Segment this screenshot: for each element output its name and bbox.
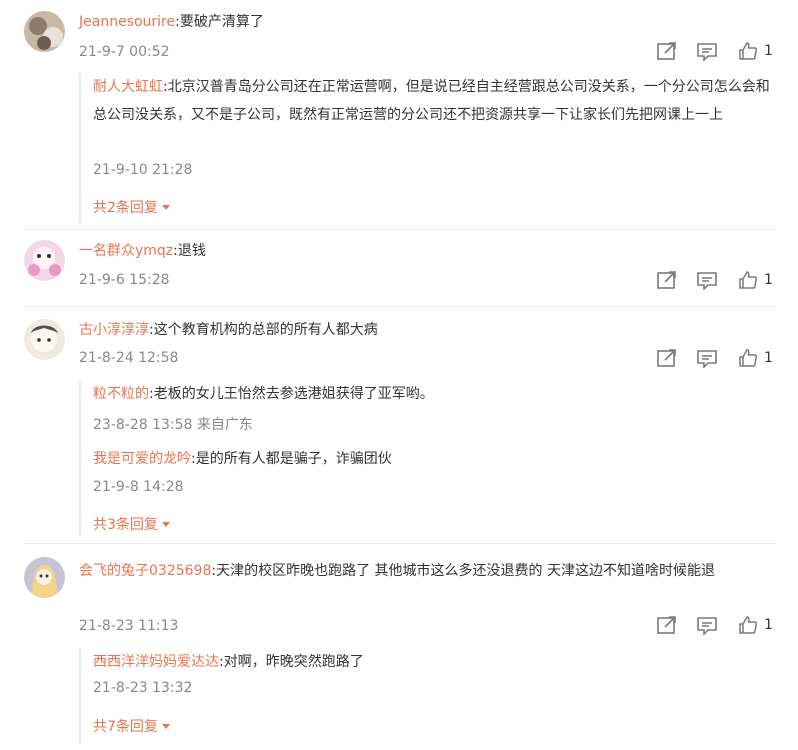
avatar[interactable]: [24, 557, 65, 598]
share-icon: [656, 270, 678, 290]
reply-list: 粒不粒的:老板的女儿王怡然去参选港姐获得了亚军哟。 23-8-28 13:58 …: [79, 380, 781, 536]
reply-button[interactable]: [696, 348, 718, 368]
more-replies-label: 共7条回复: [93, 719, 158, 735]
comment-username[interactable]: 古小淳淳淳: [79, 322, 149, 338]
comment-username[interactable]: Jeannesourire: [79, 14, 175, 30]
reply-timestamp: 21-9-8 14:28: [93, 479, 184, 495]
caret-down-icon: [161, 522, 170, 527]
comment-actions: 1: [656, 270, 776, 292]
reply-item: 耐人大虹虹:北京汉普青岛分公司还在正常运营啊，但是说已经自主经营跟总公司没关系，…: [93, 73, 773, 129]
comment-line: 会飞的兔子0325698:天津的校区昨晚也跑路了 其他城市这么多还没退费的 天津…: [79, 557, 779, 585]
comment-timestamp: 21-8-23 11:13: [79, 618, 179, 634]
like-button[interactable]: 1: [738, 615, 773, 635]
comment-text: :天津的校区昨晚也跑路了 其他城市这么多还没退费的 天津这边不知道啥时候能退: [211, 563, 715, 579]
share-icon: [656, 615, 678, 635]
reply-item: 粒不粒的:老板的女儿王怡然去参选港姐获得了亚军哟。: [93, 380, 773, 408]
reply-username[interactable]: 西西洋洋妈妈爱达达: [93, 654, 219, 670]
like-count: 1: [764, 350, 773, 366]
reply-username[interactable]: 粒不粒的: [93, 386, 149, 402]
share-button[interactable]: [656, 615, 678, 635]
thumbs-up-icon: [738, 615, 758, 635]
reply-list: 西西洋洋妈妈爱达达:对啊，昨晚突然跑路了 21-8-23 13:32 共7条回复: [79, 648, 781, 744]
more-replies-label: 共2条回复: [93, 200, 158, 216]
reply-text: :北京汉普青岛分公司还在正常运营啊，但是说已经自主经营跟总公司没关系，一个分公司…: [93, 79, 770, 123]
reply-item: 西西洋洋妈妈爱达达:对啊，昨晚突然跑路了: [93, 648, 773, 676]
like-button[interactable]: 1: [738, 348, 773, 368]
comment-timestamp: 21-8-24 12:58: [79, 350, 179, 366]
comment-timestamp: 21-9-6 15:28: [79, 272, 170, 288]
thumbs-up-icon: [738, 270, 758, 290]
like-button[interactable]: 1: [738, 41, 773, 61]
share-button[interactable]: [656, 41, 678, 61]
reply-item: 我是可爱的龙吟:是的所有人都是骗子，诈骗团伙: [93, 445, 773, 473]
reply-text: :是的所有人都是骗子，诈骗团伙: [191, 451, 392, 467]
more-replies-link[interactable]: 共7条回复: [93, 716, 170, 736]
divider: [24, 306, 776, 307]
divider: [24, 229, 776, 230]
reply-username[interactable]: 我是可爱的龙吟: [93, 451, 191, 467]
reply-timestamp: 23-8-28 13:58 来自广东: [93, 417, 253, 433]
caret-down-icon: [161, 205, 170, 210]
reply-list: 耐人大虹虹:北京汉普青岛分公司还在正常运营啊，但是说已经自主经营跟总公司没关系，…: [79, 73, 781, 223]
comment-line: 一名群众ymqz:退钱: [79, 240, 206, 262]
comment-icon: [696, 615, 718, 635]
comment-actions: 1: [656, 348, 776, 370]
comment-icon: [696, 41, 718, 61]
more-replies-link[interactable]: 共2条回复: [93, 197, 170, 217]
more-replies-label: 共3条回复: [93, 517, 158, 533]
comment-actions: 1: [656, 615, 776, 637]
reply-text: :对啊，昨晚突然跑路了: [219, 654, 364, 670]
thumbs-up-icon: [738, 348, 758, 368]
like-count: 1: [764, 617, 773, 633]
avatar[interactable]: [24, 319, 65, 360]
reply-timestamp: 21-9-10 21:28: [93, 162, 193, 178]
share-button[interactable]: [656, 348, 678, 368]
avatar[interactable]: [24, 11, 65, 52]
reply-button[interactable]: [696, 270, 718, 290]
comment-line: Jeannesourire:要破产清算了: [79, 11, 264, 33]
more-replies-link[interactable]: 共3条回复: [93, 514, 170, 534]
caret-down-icon: [161, 724, 170, 729]
reply-button[interactable]: [696, 615, 718, 635]
comment-icon: [696, 348, 718, 368]
comment-text: :这个教育机构的总部的所有人都大病: [149, 322, 378, 338]
comment-timestamp: 21-9-7 00:52: [79, 44, 170, 60]
share-button[interactable]: [656, 270, 678, 290]
share-icon: [656, 41, 678, 61]
reply-username[interactable]: 耐人大虹虹: [93, 79, 163, 95]
like-count: 1: [764, 272, 773, 288]
divider: [24, 543, 776, 544]
thumbs-up-icon: [738, 41, 758, 61]
avatar[interactable]: [24, 240, 65, 281]
comment-text: :要破产清算了: [175, 14, 264, 30]
reply-text: :老板的女儿王怡然去参选港姐获得了亚军哟。: [149, 386, 434, 402]
like-button[interactable]: 1: [738, 270, 773, 290]
reply-timestamp: 21-8-23 13:32: [93, 680, 193, 696]
comment-icon: [696, 270, 718, 290]
comment-username[interactable]: 会飞的兔子0325698: [79, 563, 211, 579]
comment-line: 古小淳淳淳:这个教育机构的总部的所有人都大病: [79, 319, 378, 341]
comment-text: :退钱: [173, 243, 206, 259]
reply-button[interactable]: [696, 41, 718, 61]
like-count: 1: [764, 43, 773, 59]
share-icon: [656, 348, 678, 368]
comment-actions: 1: [656, 41, 776, 63]
comment-username[interactable]: 一名群众ymqz: [79, 243, 173, 259]
